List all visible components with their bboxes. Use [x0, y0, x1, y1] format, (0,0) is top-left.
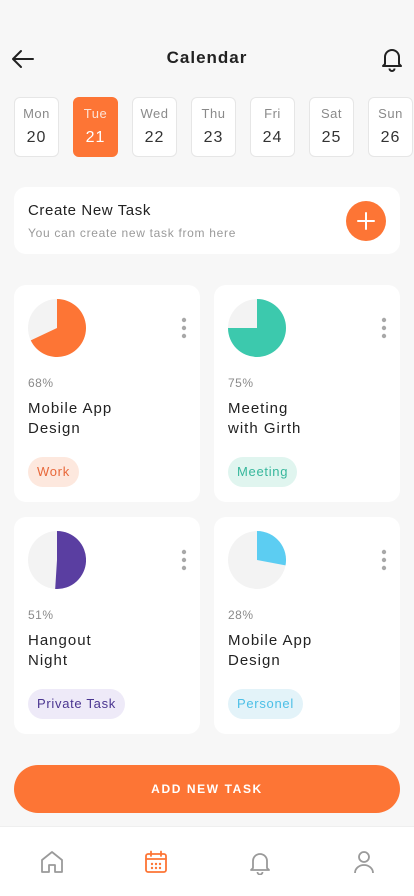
day-number: 23	[203, 129, 224, 146]
day-sunday[interactable]: Sun 26	[368, 97, 413, 157]
task-title: Mobile App Design	[228, 631, 378, 671]
day-monday[interactable]: Mon 20	[14, 97, 59, 157]
task-title-line: Night	[28, 652, 69, 669]
tab-notifications[interactable]	[247, 849, 273, 876]
day-wednesday[interactable]: Wed 22	[132, 97, 177, 157]
progress-pie	[28, 299, 86, 357]
task-percent: 68%	[28, 376, 54, 390]
calendar-icon	[145, 850, 167, 873]
create-task-button[interactable]	[346, 201, 386, 241]
task-percent: 51%	[28, 608, 54, 622]
progress-pie	[228, 299, 286, 357]
progress-pie	[228, 531, 286, 589]
task-title-line: Mobile App	[228, 632, 313, 649]
header: Calendar	[0, 36, 414, 80]
task-card[interactable]: 28% Mobile App Design Personel	[214, 517, 400, 734]
day-selector: Mon 20 Tue 21 Wed 22 Thu 23 Fri 24 Sat 2…	[14, 97, 414, 157]
task-card[interactable]: 75% Meeting with Girth Meeting	[214, 285, 400, 502]
task-title: Mobile App Design	[28, 399, 178, 439]
user-icon	[354, 851, 374, 874]
task-tag[interactable]: Work	[28, 457, 79, 487]
bell-icon	[250, 853, 270, 876]
home-icon	[41, 851, 63, 873]
more-options-icon[interactable]	[180, 549, 188, 571]
day-name: Fri	[264, 106, 281, 121]
task-percent: 28%	[228, 608, 254, 622]
day-number: 22	[144, 129, 165, 146]
more-options-icon[interactable]	[180, 317, 188, 339]
day-number: 25	[321, 129, 342, 146]
tab-profile[interactable]	[351, 849, 377, 875]
day-friday[interactable]: Fri 24	[250, 97, 295, 157]
page-title: Calendar	[166, 48, 248, 67]
notifications-button[interactable]	[380, 46, 404, 72]
task-title: Hangout Night	[28, 631, 178, 671]
day-saturday[interactable]: Sat 25	[309, 97, 354, 157]
day-name: Tue	[83, 106, 108, 121]
task-title-line: with Girth	[228, 420, 302, 437]
tab-bar	[0, 826, 414, 896]
day-name: Sat	[320, 106, 342, 121]
task-title-line: Meeting	[228, 400, 289, 417]
tab-home[interactable]	[39, 849, 65, 875]
pie-slice	[257, 531, 286, 566]
task-card[interactable]: 51% Hangout Night Private Task	[14, 517, 200, 734]
day-name: Mon	[23, 106, 50, 121]
day-number: 26	[380, 129, 401, 146]
plus-icon	[357, 212, 375, 230]
tab-calendar[interactable]	[143, 849, 169, 875]
create-task-subtitle: You can create new task from here	[28, 226, 237, 240]
task-title-line: Design	[28, 420, 81, 437]
task-tag[interactable]: Private Task	[28, 689, 125, 719]
task-title-line: Mobile App	[28, 400, 113, 417]
day-number: 20	[26, 129, 47, 146]
task-title-line: Hangout	[28, 632, 92, 649]
create-task-title: Create New Task	[28, 202, 151, 219]
progress-pie	[28, 531, 86, 589]
day-thursday[interactable]: Thu 23	[191, 97, 236, 157]
day-name: Thu	[201, 106, 226, 121]
create-task-card: Create New Task You can create new task …	[14, 187, 400, 254]
task-percent: 75%	[228, 376, 254, 390]
add-new-task-button[interactable]: ADD NEW TASK	[14, 765, 400, 813]
more-options-icon[interactable]	[380, 549, 388, 571]
task-title: Meeting with Girth	[228, 399, 378, 439]
day-name: Sun	[378, 106, 403, 121]
task-tag[interactable]: Meeting	[228, 457, 298, 487]
day-tuesday[interactable]: Tue 21	[73, 97, 118, 157]
pie-slice	[55, 531, 86, 589]
task-title-line: Design	[228, 652, 281, 669]
day-number: 21	[85, 129, 106, 146]
day-number: 24	[262, 129, 283, 146]
day-name: Wed	[140, 106, 169, 121]
task-card[interactable]: 68% Mobile App Design Work	[14, 285, 200, 502]
task-tag[interactable]: Personel	[228, 689, 303, 719]
bell-icon	[382, 49, 402, 72]
more-options-icon[interactable]	[380, 317, 388, 339]
